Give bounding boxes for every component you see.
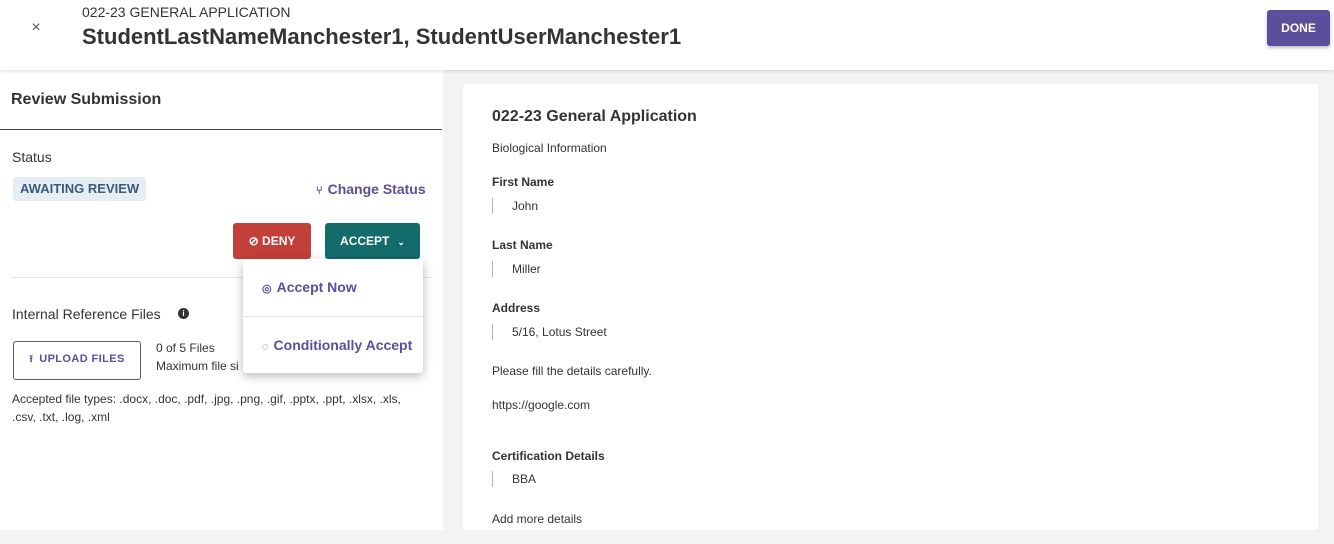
field-label-address: Address — [492, 301, 541, 315]
accept-now-label: Accept Now — [276, 279, 357, 295]
section-heading: Biological Information — [492, 141, 607, 155]
accept-button[interactable]: ACCEPT ⌄ — [325, 223, 420, 259]
deny-button[interactable]: ⊘ DENY — [233, 223, 311, 259]
page-title: StudentLastNameManchester1, StudentUserM… — [82, 24, 682, 49]
review-title: Review Submission — [11, 91, 162, 108]
block-icon: ⊘ — [248, 234, 259, 248]
bottom-scroll-area — [0, 530, 1334, 544]
field-label-last-name: Last Name — [492, 238, 553, 252]
upload-label: UPLOAD FILES — [39, 353, 125, 365]
field-label-first-name: First Name — [492, 175, 555, 189]
check-circle-icon: ◎ — [262, 283, 272, 295]
deny-label: DENY — [262, 234, 296, 248]
accept-label: ACCEPT — [340, 234, 390, 248]
header-subtitle: 022-23 GENERAL APPLICATION — [82, 4, 291, 20]
review-title-divider — [0, 129, 442, 130]
field-value-first-name: John — [492, 198, 538, 214]
menu-item-accept-now[interactable]: ◎ Accept Now — [243, 259, 423, 316]
field-value-address: 5/16, Lotus Street — [492, 324, 607, 340]
application-card: 022-23 General Application Biological In… — [463, 84, 1318, 530]
application-title: 022-23 General Application — [492, 108, 697, 125]
upload-files-button[interactable]: ⭱ UPLOAD FILES — [13, 341, 141, 380]
done-button[interactable]: DONE — [1267, 10, 1330, 46]
instruction-text: Please fill the details carefully. — [492, 364, 652, 378]
close-icon[interactable]: × — [26, 18, 46, 38]
branch-icon: ⑂ — [316, 185, 323, 197]
accept-dropdown-menu: ◎ Accept Now ◌ Conditionally Accept — [243, 259, 423, 373]
max-file-size: Maximum file si — [156, 359, 239, 373]
header: × 022-23 GENERAL APPLICATION StudentLast… — [0, 0, 1334, 70]
chevron-down-icon: ⌄ — [397, 237, 405, 247]
status-badge: AWAITING REVIEW — [13, 177, 147, 201]
conditionally-accept-label: Conditionally Accept — [273, 337, 413, 353]
field-value-certification: BBA — [492, 471, 536, 487]
change-status-label: Change Status — [327, 181, 426, 197]
accepted-file-types: Accepted file types: .docx, .doc, .pdf, … — [12, 392, 401, 424]
status-label: Status — [12, 149, 52, 165]
add-more-details-text: Add more details — [492, 512, 583, 526]
field-label-certification: Certification Details — [492, 449, 605, 463]
change-status-link[interactable]: ⑂ Change Status — [316, 181, 426, 197]
field-value-last-name: Miller — [492, 261, 541, 277]
file-count: 0 of 5 Files — [156, 341, 215, 355]
link-text[interactable]: https://google.com — [492, 398, 590, 412]
internal-files-label: Internal Reference Files — [12, 306, 161, 322]
dashed-check-circle-icon: ◌ — [262, 341, 269, 353]
upload-icon: ⭱ — [29, 354, 34, 365]
info-icon[interactable]: i — [178, 308, 189, 319]
menu-item-conditionally-accept[interactable]: ◌ Conditionally Accept — [243, 316, 423, 373]
